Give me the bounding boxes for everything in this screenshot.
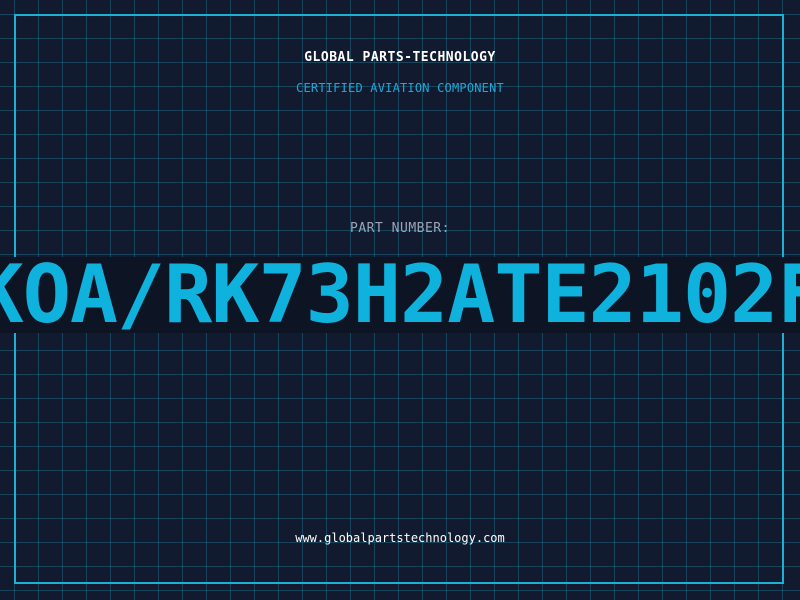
certification-subtitle: CERTIFIED AVIATION COMPONENT xyxy=(296,81,504,95)
company-name: GLOBAL PARTS-TECHNOLOGY xyxy=(304,50,496,65)
part-number-band: KOA/RK73H2ATE2102F xyxy=(0,257,800,333)
part-number-label: PART NUMBER: xyxy=(350,221,450,236)
website-url: www.globalpartstechnology.com xyxy=(295,531,505,545)
part-number-value: KOA/RK73H2ATE2102F xyxy=(0,257,800,333)
